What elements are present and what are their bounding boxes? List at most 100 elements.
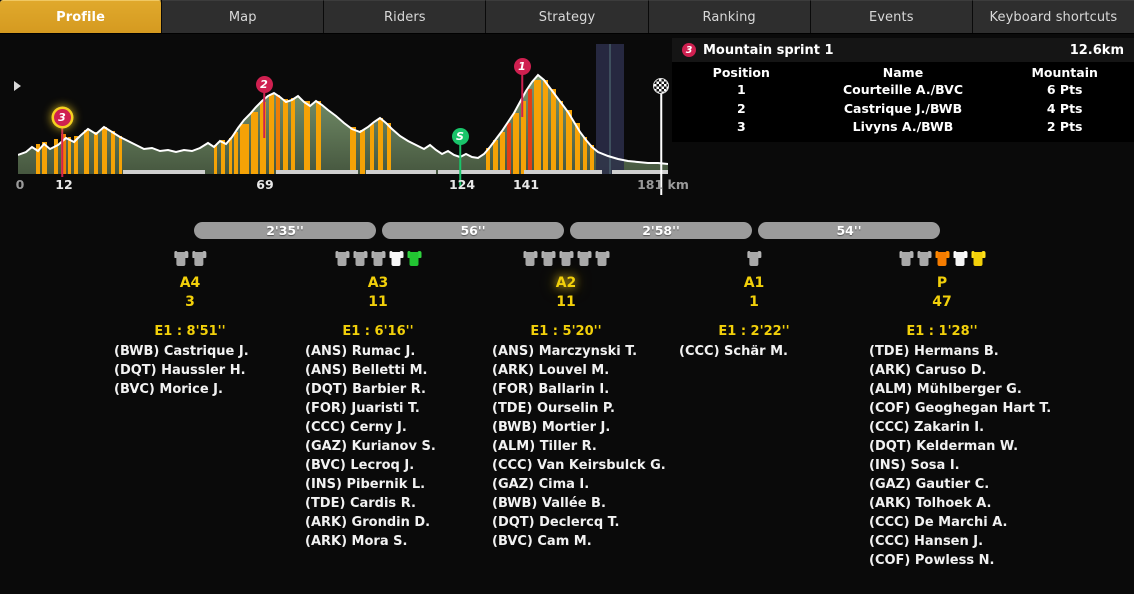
jersey-grey-icon <box>559 249 573 266</box>
tab-label: Map <box>228 9 257 25</box>
cell-name: Courteille A./BVC <box>842 82 964 98</box>
sprint-panel-header: 3 Mountain sprint 1 12.6km <box>672 38 1134 62</box>
list-item: (BVC) Cam M. <box>492 534 592 549</box>
gap-label: 54'' <box>836 223 862 238</box>
column-header-position: Position <box>712 64 770 80</box>
list-item: (GAZ) Kurianov S. <box>305 439 436 454</box>
list-item: (BVC) Lecroq J. <box>305 458 415 473</box>
jersey-grey-icon <box>577 249 591 266</box>
sprint-badge-icon: 3 <box>682 43 696 57</box>
jersey-white-icon <box>953 249 967 266</box>
jersey-grey-icon <box>595 249 609 266</box>
jersey-polkadot-icon <box>389 249 403 266</box>
jersey-grey-icon <box>191 249 206 266</box>
group-a2[interactable]: A2 11 E1 : 5'20'' <box>523 242 609 339</box>
cell-position: 2 <box>736 100 746 116</box>
jersey-grey-icon <box>917 249 931 266</box>
upper-section: 3 2 S 1 0 12 69 124 141 181 km 3 Mountai… <box>0 34 1134 204</box>
rider-list-a1: (CCC) Schär M. <box>679 342 788 361</box>
jersey-grey-icon <box>899 249 913 266</box>
list-item: (GAZ) Gautier C. <box>869 477 990 492</box>
tab-label: Ranking <box>702 9 756 25</box>
axis-tick: 124 <box>448 177 476 192</box>
group-name: A1 <box>743 275 765 291</box>
column-header-name: Name <box>882 64 924 80</box>
groups-row: A4 3 E1 : 8'51'' A3 11 E1 : 6'16'' A2 11… <box>0 242 1134 342</box>
list-item: (BWB) Mortier J. <box>492 420 611 435</box>
list-item: (ARK) Mora S. <box>305 534 408 549</box>
gap-bars-row: 2'35'' 56'' 2'58'' 54'' <box>0 222 1134 242</box>
gap-bar-a4-a3[interactable]: 2'35'' <box>194 222 376 239</box>
list-item: (ALM) Mühlberger G. <box>869 382 1022 397</box>
cell-mountain: 2 Pts <box>1046 119 1083 135</box>
group-rider-count: 47 <box>932 293 952 310</box>
jersey-grey-icon <box>353 249 367 266</box>
cell-mountain: 6 Pts <box>1046 82 1083 98</box>
list-item: (COF) Powless N. <box>869 553 995 568</box>
sprint-results-table: Position Name Mountain 1 Courteille A./B… <box>672 62 1134 136</box>
jersey-grey-icon <box>173 249 188 266</box>
list-item: (ANS) Marczynski T. <box>492 344 638 359</box>
list-item: (CCC) Cerny J. <box>305 420 407 435</box>
tab-riders[interactable]: Riders <box>324 0 487 33</box>
group-a4[interactable]: A4 3 E1 : 8'51'' <box>154 242 226 339</box>
list-item: (DQT) Barbier R. <box>305 382 426 397</box>
tab-label: Strategy <box>538 9 596 25</box>
gap-bar-a2-a1[interactable]: 2'58'' <box>570 222 752 239</box>
gap-bar-a3-a2[interactable]: 56'' <box>382 222 564 239</box>
list-item: (ALM) Tiller R. <box>492 439 597 454</box>
group-eta: E1 : 8'51'' <box>154 323 226 339</box>
tab-strategy[interactable]: Strategy <box>486 0 649 33</box>
tab-keyboard-shortcuts[interactable]: Keyboard shortcuts <box>972 0 1134 33</box>
cell-position: 1 <box>736 82 746 98</box>
tab-map[interactable]: Map <box>162 0 325 33</box>
tab-label: Profile <box>56 9 106 25</box>
gap-bar-a1-p[interactable]: 54'' <box>758 222 940 239</box>
list-item: (INS) Sosa I. <box>869 458 960 473</box>
tab-profile[interactable]: Profile <box>0 0 163 33</box>
list-item: (ANS) Belletti M. <box>305 363 428 378</box>
list-item: (TDE) Cardis R. <box>305 496 416 511</box>
sprint-results-panel: 3 Mountain sprint 1 12.6km Position Name… <box>672 38 1134 142</box>
tab-label: Keyboard shortcuts <box>989 9 1118 25</box>
tab-label: Riders <box>384 9 426 25</box>
group-peloton[interactable]: P 47 E1 : 1'28'' <box>899 242 985 339</box>
marker-label: 2 <box>255 76 273 93</box>
gap-label: 56'' <box>460 223 486 238</box>
sprint-distance: 12.6km <box>1069 42 1124 58</box>
list-item: (CCC) Schär M. <box>679 344 788 359</box>
group-name: P <box>936 275 948 291</box>
group-a1[interactable]: A1 1 E1 : 2'22'' <box>718 242 790 339</box>
jersey-grey-icon <box>371 249 385 266</box>
table-row: 2 Castrique J./BWB 4 Pts <box>672 99 1134 118</box>
elevation-profile-panel[interactable]: 3 2 S 1 0 12 69 124 141 181 km <box>0 34 689 204</box>
group-a3[interactable]: A3 11 E1 : 6'16'' <box>335 242 421 339</box>
list-item: (CCC) Zakarin I. <box>869 420 985 435</box>
jersey-row <box>154 242 225 266</box>
list-item: (DQT) Declercq T. <box>492 515 620 530</box>
table-row: 1 Courteille A./BVC 6 Pts <box>672 81 1134 100</box>
jersey-yellow-icon <box>971 249 985 266</box>
tab-events[interactable]: Events <box>810 0 973 33</box>
jersey-row <box>899 242 985 266</box>
segment-ticks <box>123 170 668 174</box>
jersey-grey-icon <box>523 249 537 266</box>
jersey-grey-icon <box>335 249 349 266</box>
list-item: (COF) Geoghegan Hart T. <box>869 401 1052 416</box>
group-rider-count: 1 <box>749 293 759 310</box>
group-rider-count: 11 <box>556 293 576 310</box>
group-eta: E1 : 6'16'' <box>342 323 414 339</box>
jersey-grey-icon <box>746 249 761 266</box>
elevation-chart-svg <box>17 44 669 174</box>
group-name: A4 <box>179 275 201 291</box>
column-header-mountain: Mountain <box>1031 64 1098 80</box>
table-row: 3 Livyns A./BWB 2 Pts <box>672 118 1134 137</box>
list-item: (ARK) Louvel M. <box>492 363 610 378</box>
group-name: A3 <box>367 275 389 291</box>
tab-ranking[interactable]: Ranking <box>648 0 811 33</box>
marker-label: 1 <box>513 58 531 75</box>
sprint-title: Mountain sprint 1 <box>703 42 834 58</box>
tab-label: Events <box>868 9 914 25</box>
list-item: (TDE) Ourselin P. <box>492 401 615 416</box>
marker-label: 3 <box>53 109 71 126</box>
